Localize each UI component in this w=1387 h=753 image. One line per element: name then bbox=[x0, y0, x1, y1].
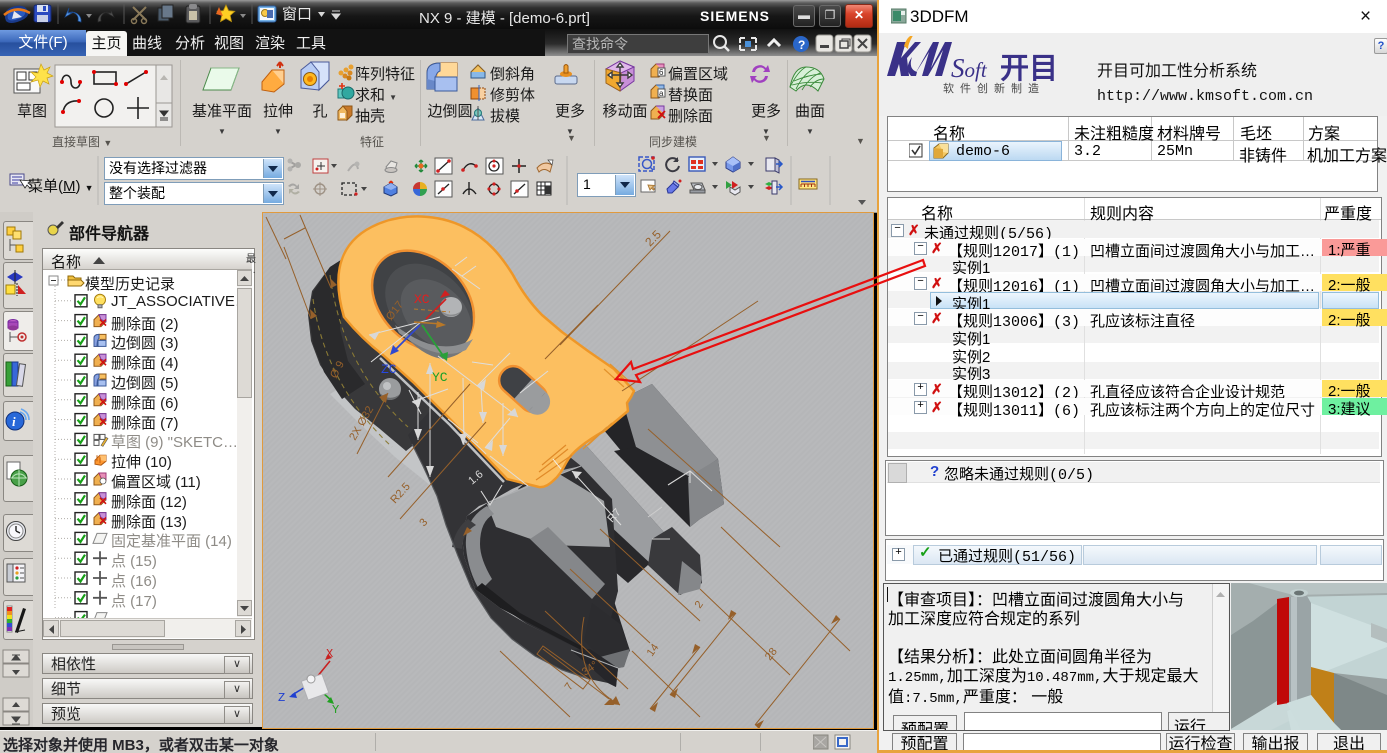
svg-text:Z: Z bbox=[278, 691, 285, 705]
svg-text:XC: XC bbox=[414, 292, 430, 307]
svg-text:R2.5: R2.5 bbox=[388, 481, 412, 506]
svg-text:3: 3 bbox=[417, 516, 430, 529]
svg-text:?: ? bbox=[798, 38, 805, 52]
svg-text:Y: Y bbox=[332, 703, 339, 717]
svg-text:i: i bbox=[12, 414, 16, 429]
svg-text:窗口: 窗口 bbox=[282, 5, 312, 23]
svg-text:ZC: ZC bbox=[381, 362, 397, 377]
svg-text:28: 28 bbox=[763, 646, 780, 663]
svg-text:Soft: Soft bbox=[951, 53, 988, 83]
svg-text:2.5: 2.5 bbox=[642, 227, 664, 249]
svg-text:a: a bbox=[659, 89, 664, 98]
svg-text:14: 14 bbox=[645, 642, 662, 659]
svg-text:2: 2 bbox=[693, 599, 706, 611]
svg-text:X: X bbox=[326, 647, 333, 661]
svg-text:YC: YC bbox=[432, 370, 448, 385]
svg-text:6: 6 bbox=[659, 68, 664, 77]
